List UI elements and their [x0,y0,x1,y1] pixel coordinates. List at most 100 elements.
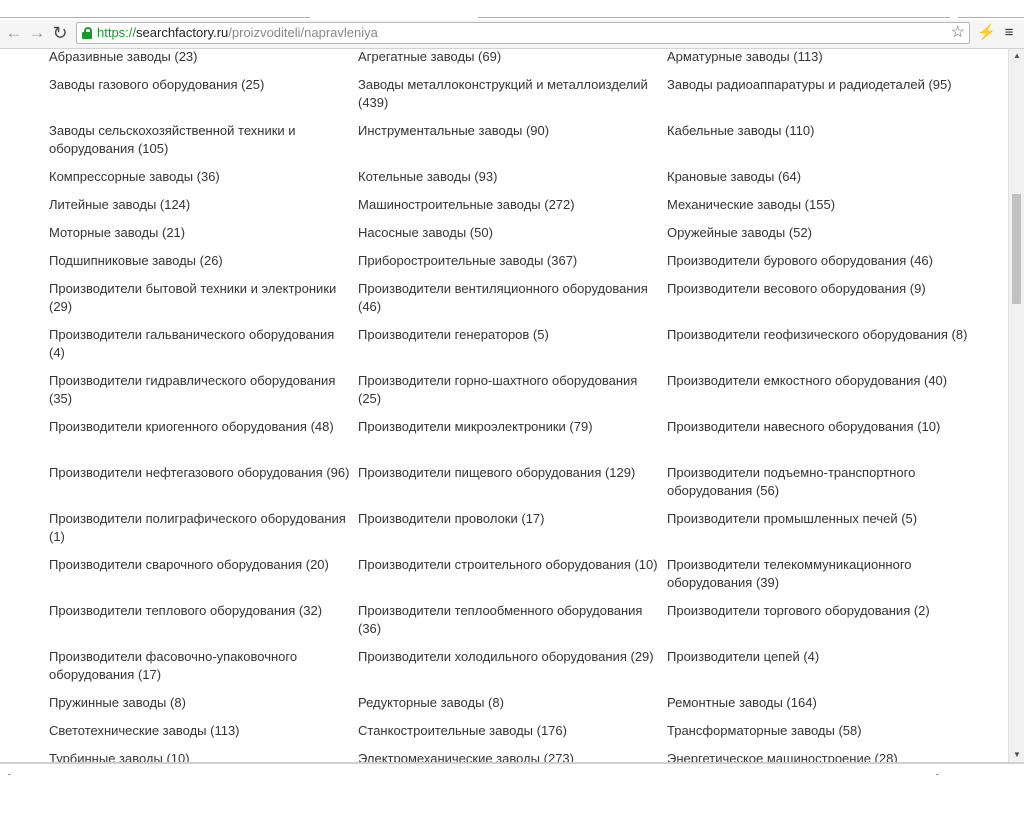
category-link[interactable]: Насосные заводы (50) [358,224,667,252]
categories-grid: Абразивные заводы (23) Агрегатные заводы … [49,49,979,762]
category-link[interactable]: Светотехнические заводы (113) [49,722,358,750]
category-link[interactable]: Пружинные заводы (8) [49,694,358,722]
browser-toolbar: ← → ↻ https://searchfactory.ru/proizvodi… [0,20,1024,49]
tab-edge-line [478,17,950,18]
category-link[interactable]: Производители промышленных печей (5) [667,510,976,556]
category-link[interactable]: Производители геофизического оборудовани… [667,326,976,372]
category-link[interactable]: Производители подъемно-транспортного обо… [667,464,976,510]
category-link[interactable]: Производители емкостного оборудования (4… [667,372,976,418]
category-link[interactable]: Заводы радиоаппаратуры и радиодеталей (9… [667,76,976,122]
category-link[interactable]: Производители фасовочно-упаковочного обо… [49,648,358,694]
category-link[interactable]: Трансформаторные заводы (58) [667,722,976,750]
category-link[interactable]: Заводы сельскохозяйственной техники и об… [49,122,358,168]
category-link[interactable]: Компрессорные заводы (36) [49,168,358,196]
category-link[interactable]: Производители гидравлического оборудован… [49,372,358,418]
menu-icon[interactable]: ≡ [1000,23,1018,43]
category-link[interactable]: Инструментальные заводы (90) [358,122,667,168]
category-link[interactable]: Моторные заводы (21) [49,224,358,252]
category-link[interactable]: Производители бурового оборудования (46) [667,252,976,280]
url-scheme: https:// [97,25,137,40]
category-link[interactable]: Заводы газового оборудования (25) [49,76,358,122]
category-row: Производители теплового оборудования (32… [49,602,979,648]
category-link[interactable]: Подшипниковые заводы (26) [49,252,358,280]
category-link[interactable]: Производители строительного оборудования… [358,556,667,602]
category-row: Турбинные заводы (10) Электромеханические… [49,750,979,762]
category-row: Литейные заводы (124) Машиностроительные … [49,196,979,224]
address-bar[interactable]: https://searchfactory.ru/proizvoditeli/n… [76,22,970,44]
category-row: Производители криогенного оборудования (… [49,418,979,464]
category-link[interactable]: Производители проволоки (17) [358,510,667,556]
category-link[interactable]: Машиностроительные заводы (272) [358,196,667,224]
category-link[interactable]: Станкостроительные заводы (176) [358,722,667,750]
forward-button-icon[interactable]: → [27,23,47,43]
back-button-icon[interactable]: ← [4,23,24,43]
tab-edge-line [958,17,1024,18]
category-link[interactable]: Котельные заводы (93) [358,168,667,196]
category-link[interactable]: Производители навесного оборудования (10… [667,418,976,464]
category-link[interactable]: Ремонтные заводы (164) [667,694,976,722]
extension-bolt-icon[interactable]: ⚡ [977,23,996,43]
category-link[interactable]: Производители пищевого оборудования (129… [358,464,667,510]
category-link[interactable]: Арматурные заводы (113) [667,49,976,76]
category-row: Пружинные заводы (8) Редукторные заводы (… [49,694,979,722]
category-link[interactable]: Производители вентиляционного оборудован… [358,280,667,326]
category-link[interactable]: Производители генераторов (5) [358,326,667,372]
bottom-pane [0,762,1024,821]
category-row: Светотехнические заводы (113) Станкострои… [49,722,979,750]
tab-edge-line [0,17,310,18]
category-link[interactable]: Производители теплообменного оборудовани… [358,602,667,648]
category-link[interactable]: Производители теплового оборудования (32… [49,602,358,648]
category-row: Заводы сельскохозяйственной техники и об… [49,122,979,168]
scroll-up-arrow-icon[interactable]: ▲ [1009,49,1024,63]
category-link[interactable]: Заводы металлоконструкций и металлоиздел… [358,76,667,122]
secure-lock-icon [82,27,92,39]
scrollbar-thumb[interactable] [1012,194,1021,304]
category-link[interactable]: Производители нефтегазового оборудования… [49,464,358,510]
category-row: Заводы газового оборудования (25) Заводы … [49,76,979,122]
category-link[interactable]: Турбинные заводы (10) [49,750,358,762]
category-link[interactable]: Производители полиграфического оборудова… [49,510,358,556]
window-top-strip [0,0,1024,20]
reload-button-icon[interactable]: ↻ [50,23,70,43]
category-row: Производители гальванического оборудован… [49,326,979,372]
category-link[interactable]: Крановые заводы (64) [667,168,976,196]
category-link[interactable]: Агрегатные заводы (69) [358,49,667,76]
category-link[interactable]: Производители сварочного оборудования (2… [49,556,358,602]
category-link[interactable]: Производители холодильного оборудования … [358,648,667,694]
category-link[interactable]: Энергетическое машиностроение (28) [667,750,976,762]
category-link[interactable]: Производители гальванического оборудован… [49,326,358,372]
category-row: Компрессорные заводы (36) Котельные завод… [49,168,979,196]
category-link[interactable]: Оружейные заводы (52) [667,224,976,252]
category-row: Абразивные заводы (23) Агрегатные заводы … [49,49,979,76]
category-link[interactable]: Производители цепей (4) [667,648,976,694]
category-row: Производители полиграфического оборудова… [49,510,979,556]
category-link[interactable]: Редукторные заводы (8) [358,694,667,722]
page-viewport: Абразивные заводы (23) Агрегатные заводы … [0,49,1008,762]
url-text[interactable]: https://searchfactory.ru/proizvoditeli/n… [97,25,378,41]
category-row: Производители гидравлического оборудован… [49,372,979,418]
category-row: Моторные заводы (21) Насосные заводы (50)… [49,224,979,252]
category-link[interactable]: Литейные заводы (124) [49,196,358,224]
category-row: Производители сварочного оборудования (2… [49,556,979,602]
category-link[interactable]: Электромеханические заводы (273) [358,750,667,762]
category-link[interactable]: Механические заводы (155) [667,196,976,224]
divider-mark [8,774,11,775]
category-link[interactable]: Приборостроительные заводы (367) [358,252,667,280]
category-row: Производители бытовой техники и электрон… [49,280,979,326]
category-link[interactable]: Производители весового оборудования (9) [667,280,976,326]
vertical-scrollbar[interactable]: ▲ ▼ [1008,49,1024,762]
category-link[interactable]: Производители горно-шахтного оборудовани… [358,372,667,418]
scroll-down-arrow-icon[interactable]: ▼ [1009,748,1024,762]
divider-mark [936,774,939,775]
category-link[interactable]: Производители телекоммуникационного обор… [667,556,976,602]
category-link[interactable]: Производители микроэлектроники (79) [358,418,667,464]
bookmark-star-icon[interactable]: ☆ [951,23,965,43]
category-link[interactable]: Абразивные заводы (23) [49,49,358,76]
category-row: Подшипниковые заводы (26) Приборостроител… [49,252,979,280]
category-row: Производители фасовочно-упаковочного обо… [49,648,979,694]
category-link[interactable]: Кабельные заводы (110) [667,122,976,168]
category-link[interactable]: Производители бытовой техники и электрон… [49,280,358,326]
category-link[interactable]: Производители криогенного оборудования (… [49,418,358,464]
category-link[interactable]: Производители торгового оборудования (2) [667,602,976,648]
url-host: searchfactory.ru [136,25,229,40]
